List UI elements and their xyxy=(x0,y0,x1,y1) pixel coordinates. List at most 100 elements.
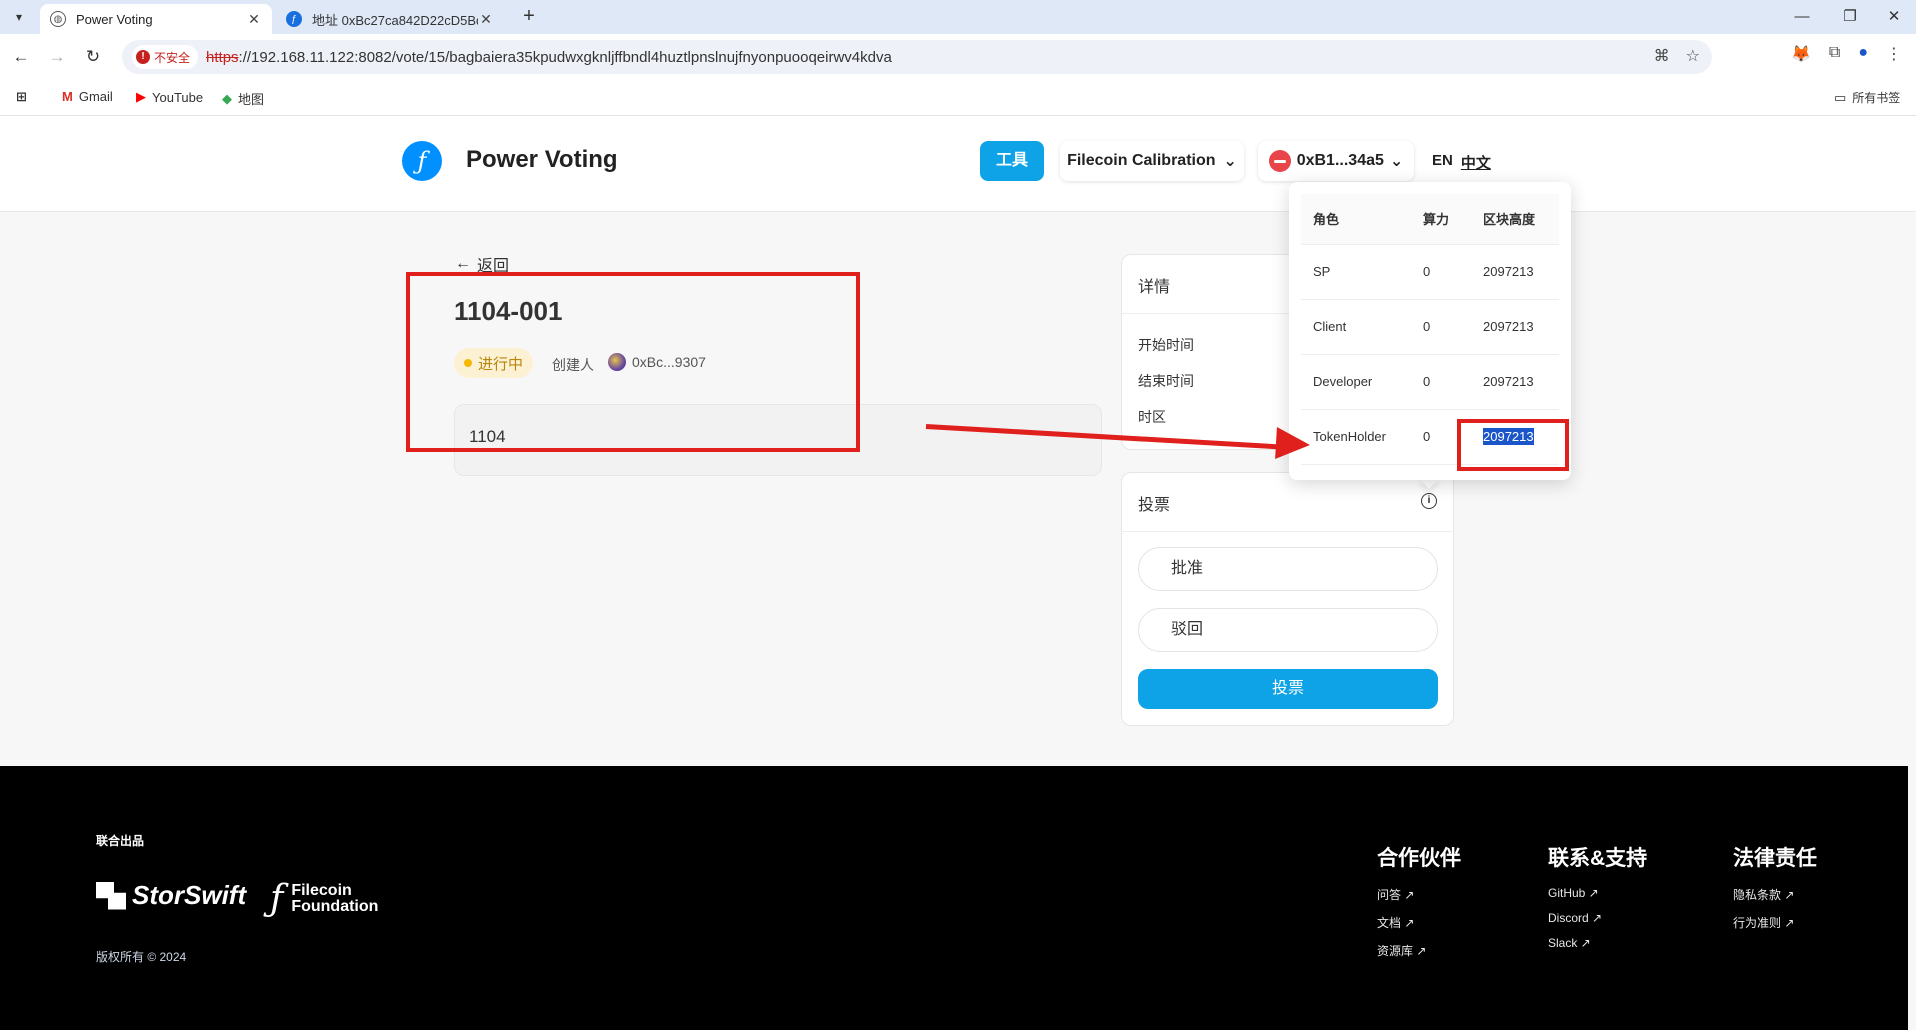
metamask-icon[interactable]: 🦊 xyxy=(1791,44,1811,64)
account-button[interactable]: 0xB1...34a5 ⌄ xyxy=(1258,141,1414,181)
end-time-label: 结束时间 xyxy=(1138,373,1194,389)
footer-column-legal: 法律责任 隐私条款 ↗ 行为准则 ↗ xyxy=(1733,842,1817,942)
account-address: 0xB1...34a5 xyxy=(1296,152,1384,169)
role-cell: Developer xyxy=(1301,354,1411,410)
annotation-box-title xyxy=(406,272,860,452)
bookmark-gmail[interactable]: M Gmail xyxy=(62,89,113,104)
footer-column-contact: 联系&支持 GitHub ↗ Discord ↗ Slack ↗ xyxy=(1548,842,1647,961)
insecure-label: 不安全 xyxy=(154,50,191,65)
window-close-button[interactable]: ✕ xyxy=(1874,4,1914,30)
footer-link-conduct[interactable]: 行为准则 ↗ xyxy=(1733,914,1817,931)
vote-heading: 投票 xyxy=(1138,497,1171,514)
bookmark-youtube[interactable]: ▶ YouTube xyxy=(136,89,203,105)
role-cell: TokenHolder xyxy=(1301,409,1411,465)
footer-link-resources[interactable]: 资源库 ↗ xyxy=(1377,942,1461,959)
bookmark-star-icon[interactable]: ☆ xyxy=(1686,46,1700,66)
footer-link-discord[interactable]: Discord ↗ xyxy=(1548,911,1647,925)
security-indicator[interactable]: ! 不安全 xyxy=(132,45,199,69)
bookmark-maps[interactable]: ◆ 地图 xyxy=(222,89,264,108)
footer-column-heading: 法律责任 xyxy=(1733,847,1817,870)
account-avatar xyxy=(1268,150,1291,172)
footer-link-slack[interactable]: Slack ↗ xyxy=(1548,936,1647,950)
chevron-down-icon: ⌄ xyxy=(1223,153,1237,170)
app-header: ƒ Power Voting 工具 Filecoin Calibration ⌄… xyxy=(0,116,1916,212)
role-cell: SP xyxy=(1301,244,1411,300)
app-title[interactable]: Power Voting xyxy=(466,146,618,174)
filecoin-foundation-text: Filecoin Foundation xyxy=(291,882,379,915)
address-bar-row: ← → ↻ ! 不安全 https ://192.168.11.122:8082… xyxy=(0,34,1916,80)
site-footer: 联合出品 StorSwift ƒ Filecoin Foundation 版权所… xyxy=(0,766,1908,1030)
timezone-label: 时区 xyxy=(1138,409,1166,425)
translate-icon[interactable]: ⌘ xyxy=(1654,46,1670,66)
filecoin-text-line2: Foundation xyxy=(291,897,379,915)
filecoin-favicon-icon: ƒ xyxy=(286,11,302,27)
lang-en[interactable]: EN xyxy=(1432,152,1453,173)
back-arrow-icon[interactable]: ← xyxy=(8,44,34,70)
tab-title: Power Voting xyxy=(76,11,153,27)
table-row: SP 0 2097213 xyxy=(1301,244,1559,300)
role-cell: Client xyxy=(1301,299,1411,355)
warning-icon: ! xyxy=(136,50,150,64)
vote-option-reject[interactable]: 驳回 xyxy=(1138,608,1438,652)
close-icon[interactable]: ✕ xyxy=(478,11,494,28)
tab-address[interactable]: ƒ 地址 0xBc27ca842D22cD5Bd ✕ xyxy=(276,4,504,34)
storswift-mark-icon xyxy=(96,881,126,910)
filecoin-logo-icon[interactable]: ƒ xyxy=(402,141,442,181)
network-label: Filecoin Calibration xyxy=(1067,152,1216,169)
all-bookmarks[interactable]: ▭ 所有书签 xyxy=(1834,89,1900,106)
extension-toolbar: 🦊 ⧉ ● ⋮ xyxy=(1716,44,1916,64)
footer-column-heading: 合作伙伴 xyxy=(1377,847,1461,870)
details-heading: 详情 xyxy=(1138,279,1171,296)
footer-link-faq[interactable]: 问答 ↗ xyxy=(1377,886,1461,903)
tab-title: 地址 0xBc27ca842D22cD5Bd xyxy=(312,12,478,28)
footer-link-github[interactable]: GitHub ↗ xyxy=(1548,886,1647,900)
bookmark-label: 地图 xyxy=(238,92,265,107)
table-row: Developer 0 2097213 xyxy=(1301,354,1559,410)
forward-arrow-icon[interactable]: → xyxy=(44,44,70,70)
bookmarks-bar: ⊞ M Gmail ▶ YouTube ◆ 地图 ▭ 所有书签 xyxy=(0,80,1916,116)
vote-submit-button[interactable]: 投票 xyxy=(1138,669,1438,709)
chevron-down-icon: ⌄ xyxy=(1389,153,1404,170)
footer-link-docs[interactable]: 文档 ↗ xyxy=(1377,914,1461,931)
bookmark-label: Gmail xyxy=(78,89,113,104)
power-cell: 0 xyxy=(1411,354,1471,410)
tools-button[interactable]: 工具 xyxy=(980,141,1044,181)
column-header: 算力 xyxy=(1411,194,1471,245)
copyright: 版权所有 © 2024 xyxy=(96,950,187,964)
tab-search-button[interactable]: ▾ xyxy=(8,6,30,28)
storswift-logo[interactable]: StorSwift xyxy=(96,880,246,911)
vote-option-approve[interactable]: 批准 xyxy=(1138,547,1438,591)
network-selector[interactable]: Filecoin Calibration ⌄ xyxy=(1060,141,1244,181)
vote-card: 投票 i 批准 驳回 投票 xyxy=(1121,472,1454,726)
url-path: ://192.168.11.122:8082/vote/15/bagbaiera… xyxy=(238,48,892,66)
extensions-icon[interactable]: ⧉ xyxy=(1829,44,1840,64)
tab-power-voting[interactable]: ◍ Power Voting ✕ xyxy=(40,4,272,34)
new-tab-button[interactable]: + xyxy=(518,6,540,28)
reload-icon[interactable]: ↻ xyxy=(80,44,106,70)
footer-link-privacy[interactable]: 隐私条款 ↗ xyxy=(1733,886,1817,903)
info-icon[interactable]: i xyxy=(1421,493,1437,509)
youtube-icon: ▶ xyxy=(136,89,146,104)
lang-zh[interactable]: 中文 xyxy=(1461,152,1491,173)
more-menu-icon[interactable]: ⋮ xyxy=(1886,44,1902,64)
block-height-cell: 2097213 xyxy=(1471,354,1559,410)
profile-icon[interactable]: ● xyxy=(1858,44,1868,64)
arrow-left-icon: ← xyxy=(455,255,471,272)
table-row: Client 0 2097213 xyxy=(1301,299,1559,355)
minimize-button[interactable]: — xyxy=(1782,4,1822,30)
bookmark-label: YouTube xyxy=(152,89,204,105)
close-icon[interactable]: ✕ xyxy=(246,11,262,28)
folder-icon: ▭ xyxy=(1834,89,1847,105)
table-header-row: 角色 算力 区块高度 xyxy=(1301,194,1559,245)
filecoin-foundation-logo[interactable]: ƒ Filecoin Foundation xyxy=(270,878,378,919)
jointly-produced-label: 联合出品 xyxy=(96,834,145,848)
url-omnibox[interactable]: ! 不安全 https ://192.168.11.122:8082/vote/… xyxy=(122,40,1712,74)
column-header: 区块高度 xyxy=(1471,194,1559,245)
annotation-box-block-height xyxy=(1457,419,1569,471)
restore-button[interactable]: ❐ xyxy=(1830,4,1870,30)
block-height-cell: 2097213 xyxy=(1471,299,1559,355)
apps-grid-icon[interactable]: ⊞ xyxy=(16,89,27,105)
footer-column-partners: 合作伙伴 问答 ↗ 文档 ↗ 资源库 ↗ xyxy=(1377,842,1461,970)
column-header: 角色 xyxy=(1301,194,1411,245)
divider xyxy=(1122,531,1453,532)
